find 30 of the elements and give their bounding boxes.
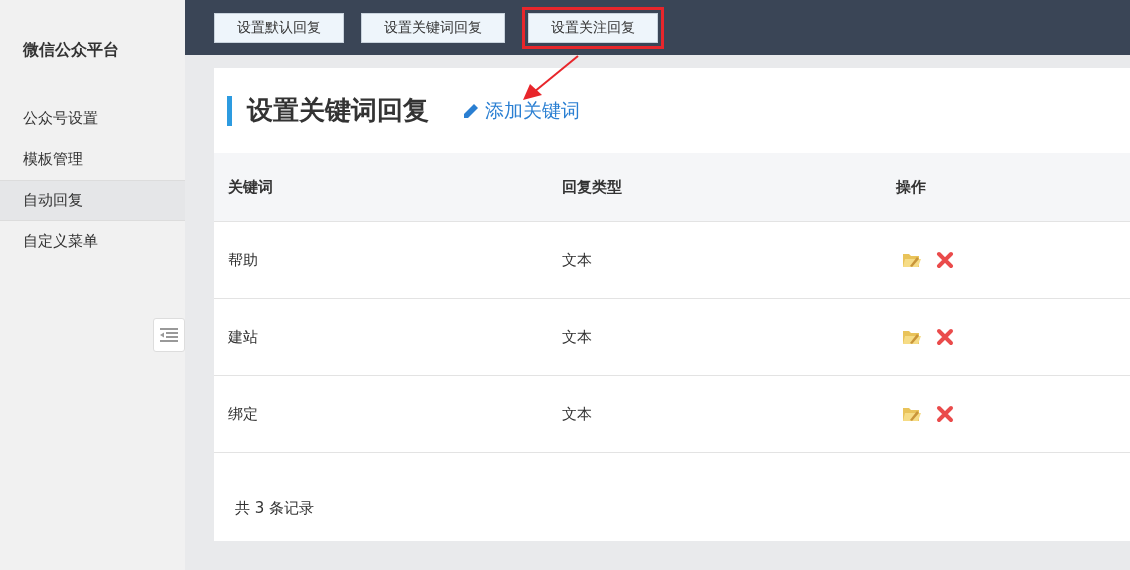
table-cell-text: 绑定	[227, 403, 259, 425]
record-count: 共 3 条记录	[234, 498, 316, 519]
sidebar-item[interactable]: 自动回复	[0, 180, 185, 221]
delete-icon[interactable]	[936, 328, 954, 346]
add-keyword-link[interactable]: 添加关键词	[463, 96, 580, 125]
table-cell-text: 文本	[561, 249, 593, 271]
sidebar-item[interactable]: 模板管理	[0, 139, 185, 180]
collapse-icon	[160, 328, 178, 342]
edit-folder-icon[interactable]	[902, 251, 922, 269]
table-cell-text: 帮助	[227, 249, 259, 271]
toolbar-button[interactable]: 设置默认回复	[214, 12, 344, 43]
delete-icon[interactable]	[936, 405, 954, 423]
collapse-button[interactable]	[153, 318, 185, 352]
sidebar-item[interactable]: 公众号设置	[0, 98, 185, 139]
edit-folder-icon[interactable]	[902, 405, 922, 423]
toolbar-button[interactable]: 设置关注回复	[528, 12, 658, 43]
delete-icon[interactable]	[936, 251, 954, 269]
column-header: 回复类型	[561, 176, 623, 198]
table-cell-text: 建站	[227, 326, 259, 348]
pencil-icon	[463, 102, 479, 119]
title-accent-bar	[227, 95, 232, 126]
edit-folder-icon[interactable]	[902, 328, 922, 346]
sidebar-item[interactable]: 自定义菜单	[0, 221, 185, 262]
column-header: 操作	[895, 176, 927, 198]
column-header: 关键词	[227, 176, 274, 198]
toolbar-button[interactable]: 设置关键词回复	[361, 12, 505, 43]
panel-title: 设置关键词回复	[247, 94, 429, 127]
table-cell-text: 文本	[561, 326, 593, 348]
sidebar-title: 微信公众平台	[22, 39, 120, 61]
table-cell-text: 文本	[561, 403, 593, 425]
